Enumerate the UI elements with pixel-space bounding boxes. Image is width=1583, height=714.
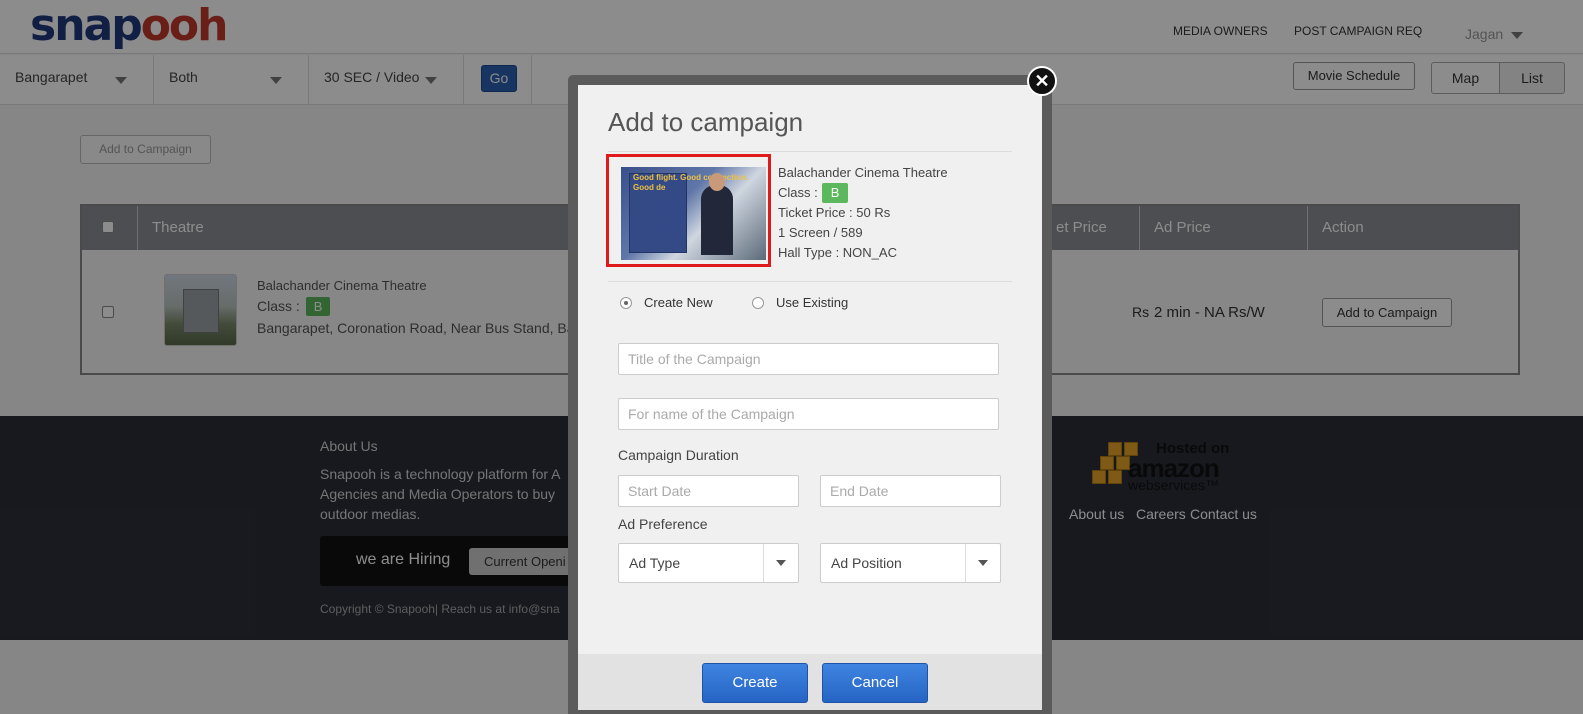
person-head-graphic: [709, 173, 725, 191]
theatre-ad-image[interactable]: Good flight. Good connection. Good de: [621, 167, 766, 260]
ad-type-select[interactable]: Ad Type: [618, 543, 799, 583]
campaign-duration-label: Campaign Duration: [618, 447, 739, 463]
add-to-campaign-modal: Add to campaign Good flight. Good connec…: [578, 85, 1042, 710]
modal-theatre-name: Balachander Cinema Theatre: [778, 165, 948, 180]
person-graphic: [701, 185, 733, 255]
create-new-label[interactable]: Create New: [644, 295, 713, 310]
ad-preference-label: Ad Preference: [618, 516, 708, 532]
modal-class: Class :B: [778, 183, 849, 203]
class-badge: B: [821, 183, 849, 203]
close-icon[interactable]: ✕: [1027, 66, 1057, 96]
modal-footer: Create Cancel: [578, 654, 1042, 710]
ad-position-select[interactable]: Ad Position: [820, 543, 1001, 583]
theatre-image-highlight: Good flight. Good connection. Good de: [606, 154, 771, 267]
modal-screens: 1 Screen / 589: [778, 225, 863, 240]
create-button[interactable]: Create: [702, 663, 808, 703]
modal-hall-type: Hall Type : NON_AC: [778, 245, 897, 260]
end-date-input[interactable]: [820, 475, 1001, 507]
create-new-radio[interactable]: [620, 297, 632, 309]
use-existing-label[interactable]: Use Existing: [776, 295, 848, 310]
start-date-input[interactable]: [618, 475, 799, 507]
use-existing-radio[interactable]: [752, 297, 764, 309]
campaign-title-input[interactable]: [618, 343, 999, 375]
cancel-button[interactable]: Cancel: [822, 663, 928, 703]
chevron-down-icon: [776, 560, 786, 566]
divider: [608, 151, 1012, 152]
chevron-down-icon: [978, 560, 988, 566]
modal-title: Add to campaign: [608, 107, 804, 137]
divider: [608, 281, 1012, 282]
modal-ticket-price: Ticket Price : 50 Rs: [778, 205, 891, 220]
campaign-for-name-input[interactable]: [618, 398, 999, 430]
